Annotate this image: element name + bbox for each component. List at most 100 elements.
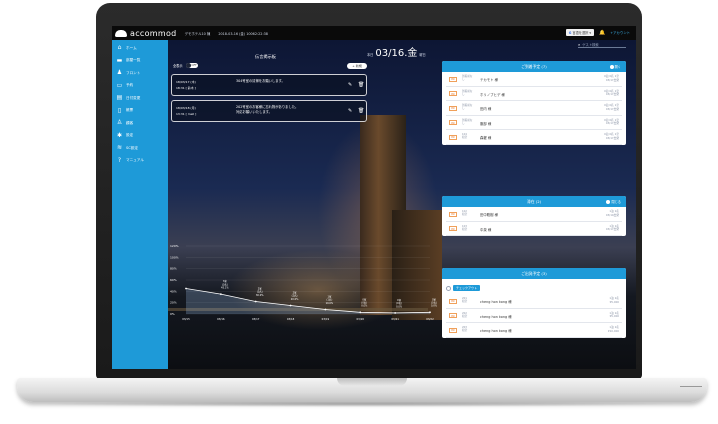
guest-row[interactable]: IN 102 和室 田中聡樹 様 1泊 1名 03/19出発 <box>446 207 622 222</box>
room-meta-line: 和室 <box>462 314 468 318</box>
sidebar-item[interactable]: ▭ 予約 <box>112 80 168 93</box>
sidebar-item[interactable]: ▤ 日付変更 <box>112 92 168 105</box>
data-point <box>219 293 222 296</box>
sidebar-item[interactable]: ▬ 部屋一覧 <box>112 55 168 68</box>
notice-date-line: 18/03/17 (木) <box>176 80 196 84</box>
checkin-badge[interactable]: IN <box>449 298 457 304</box>
guest-name[interactable]: 田中聡樹 様 <box>480 212 498 217</box>
guest-row[interactable]: IN 到着前なし服部 様 0泊 0名 1室 03/17出発 <box>446 116 622 130</box>
guest-row[interactable]: IN 202 和室 cheng hon kong 様 1泊 1名 ¥5,000 <box>446 309 622 323</box>
x-tick-label: 03/16 <box>217 317 225 321</box>
search-input[interactable]: ゲスト検索 <box>582 42 598 47</box>
checkin-badge[interactable]: IN <box>449 105 457 111</box>
bell-icon[interactable]: 🔔 <box>599 30 605 36</box>
checkin-badge[interactable]: IN <box>449 120 457 125</box>
room-meta-line: 和室 <box>462 300 468 304</box>
sidebar-item[interactable]: ≋ SC設定 <box>112 142 168 155</box>
trash-icon[interactable]: 🗑 <box>358 83 364 88</box>
person-icon: ♙ <box>116 119 123 127</box>
stay-info: 0泊 0名 1室 03/17出発 <box>604 103 619 111</box>
guest-name[interactable]: 服部 様 <box>480 121 491 126</box>
guest-name[interactable]: cheng hon kong 様 <box>480 299 512 304</box>
guest-name[interactable]: ホリノブヒデ 様 <box>480 92 505 97</box>
staying-toggle-button[interactable]: 閉じる <box>606 199 621 204</box>
stay-info-line: 03/17出発 <box>605 135 619 140</box>
home-icon: ⌂ <box>117 44 122 52</box>
staying-panel: 滞在 (2) 閉じる IN 102 和室 田中聡樹 様 1泊 1名 03/19出発 IN 10… <box>442 196 626 236</box>
sidebar-item[interactable]: ♙ 顧客 <box>112 117 168 130</box>
arrivals-panel-header: ご到着予定 (7) 開く <box>442 61 626 72</box>
checkout-chip[interactable]: チェックアウト <box>446 285 626 291</box>
sidebar-item[interactable]: ✱ 設定 <box>112 130 168 143</box>
arrivals-toggle-button[interactable]: 開く <box>609 64 621 69</box>
checkout-radio[interactable] <box>446 285 451 291</box>
sidebar-item[interactable]: ▯ 帳票 <box>112 105 168 118</box>
occupancy-chart: 120%100%80%60%40%20%0%03/153室(3名)45.1%03… <box>170 244 438 321</box>
stay-info-line: ¥5,000 <box>609 299 619 304</box>
guest-name[interactable]: テカモト 様 <box>480 77 498 82</box>
stay-info-line: 03/17出発 <box>605 227 619 232</box>
guest-row[interactable]: IN 到着前なしテカモト 様 0泊 0名 1室 03/17出発 <box>446 72 622 87</box>
language-select[interactable]: G 言語を選択 ▾ <box>565 29 594 36</box>
y-tick-label: 100% <box>170 255 179 259</box>
toggle-knob <box>185 63 191 68</box>
x-tick-label: 03/19 <box>322 317 330 321</box>
trash-icon[interactable]: 🗑 <box>358 109 364 114</box>
circle-icon <box>609 64 614 69</box>
sidebar-item[interactable]: ? マニュアル <box>112 155 168 168</box>
checkin-badge[interactable]: IN <box>449 327 457 333</box>
sidebar-item-label: 日付変更 <box>126 95 141 100</box>
data-label: 0.0% <box>361 305 368 308</box>
front-desk-icon: ♟ <box>116 69 123 77</box>
stay-info: 1泊 1名 03/17出発 <box>605 224 619 232</box>
guest-row[interactable]: IN 203 和室 cheng hon kong 様 1泊 1名 ¥10,000 <box>446 323 622 338</box>
stay-info: 0泊 0名 1室 03/17出発 <box>604 132 619 140</box>
show-all-label: 全表示 <box>173 64 183 68</box>
guest-row[interactable]: IN 201 和室 cheng hon kong 様 1泊 1名 ¥5,000 <box>446 294 622 309</box>
sidebar-item[interactable]: ⌂ ホーム <box>112 42 168 55</box>
laptop-mockup: accommod デモホテル10 棟 2018-03-16 (金) 10062:… <box>0 0 718 424</box>
bed-icon: ▬ <box>116 56 123 64</box>
sidebar-item-label: 部屋一覧 <box>126 58 141 63</box>
y-tick-label: 20% <box>170 301 177 305</box>
account-link[interactable]: +アカウント <box>610 30 630 35</box>
stay-info: 0泊 0名 1室 03/17出発 <box>604 118 619 126</box>
checkin-badge[interactable]: IN <box>449 76 457 82</box>
guest-name[interactable]: cheng hon kong 様 <box>480 328 512 333</box>
guest-row[interactable]: IN 104 和室 森櫂 様 0泊 0名 1室 03/17出発 <box>446 130 622 145</box>
guest-search[interactable]: ⌕ ゲスト検索 <box>578 42 626 48</box>
guest-row[interactable]: IN 到着前なし田内 様 0泊 0名 1室 03/17出発 <box>446 101 622 116</box>
checkin-badge[interactable]: IN <box>449 211 457 217</box>
x-tick-label: 03/22 <box>426 317 434 321</box>
checkin-badge[interactable]: IN <box>449 134 457 140</box>
checkout-label[interactable]: チェックアウト <box>453 285 481 291</box>
room-meta-line: 和室 <box>462 329 468 333</box>
guest-row[interactable]: IN 到着前なしホリノブヒデ 様 0泊 0名 1室 03/17出発 <box>446 87 622 101</box>
checkin-badge[interactable]: IN <box>449 313 457 318</box>
room-meta: 103 和室 <box>462 225 476 232</box>
stay-info-line: 03/17出発 <box>605 77 619 82</box>
current-date-display: 本日 03/16.金 曜日 <box>367 44 426 59</box>
y-tick-label: 80% <box>170 267 177 271</box>
notice-card[interactable]: 18/03/18 (月) 13:31 [ mell ] 202号室のお客様に忘れ物… <box>171 100 367 122</box>
new-notice-button[interactable]: + 新規 <box>347 63 367 69</box>
guest-name[interactable]: 中泉 様 <box>480 227 491 232</box>
checkin-badge[interactable]: IN <box>449 226 457 231</box>
sidebar-item-label: 顧客 <box>126 120 134 125</box>
guest-name[interactable]: 田内 様 <box>480 106 491 111</box>
notice-card[interactable]: 18/03/17 (木) 18:31 [ 鈴木 ] 304号室の清掃をお願いします… <box>171 74 367 96</box>
show-all-toggle[interactable]: OFF <box>185 63 198 68</box>
room-meta: 到着前なし <box>462 75 476 82</box>
data-point <box>429 311 431 314</box>
edit-icon[interactable]: ✎ <box>348 83 352 88</box>
arrivals-panel: ご到着予定 (7) 開く IN 到着前なしテカモト 様 0泊 0名 1室 03/17出… <box>442 61 626 145</box>
guest-name[interactable]: 森櫂 様 <box>480 135 491 140</box>
logo[interactable]: accommod <box>115 29 177 38</box>
checkin-badge[interactable]: IN <box>449 91 457 96</box>
stay-info: 1泊 1名 ¥5,000 <box>609 311 619 319</box>
sidebar-item[interactable]: ♟ フロント <box>112 67 168 80</box>
guest-name[interactable]: cheng hon kong 様 <box>480 314 512 319</box>
show-all-toggle-wrap: 全表示 OFF <box>173 63 198 68</box>
guest-row[interactable]: IN 103 和室 中泉 様 1泊 1名 03/17出発 <box>446 222 622 236</box>
edit-icon[interactable]: ✎ <box>348 109 352 114</box>
